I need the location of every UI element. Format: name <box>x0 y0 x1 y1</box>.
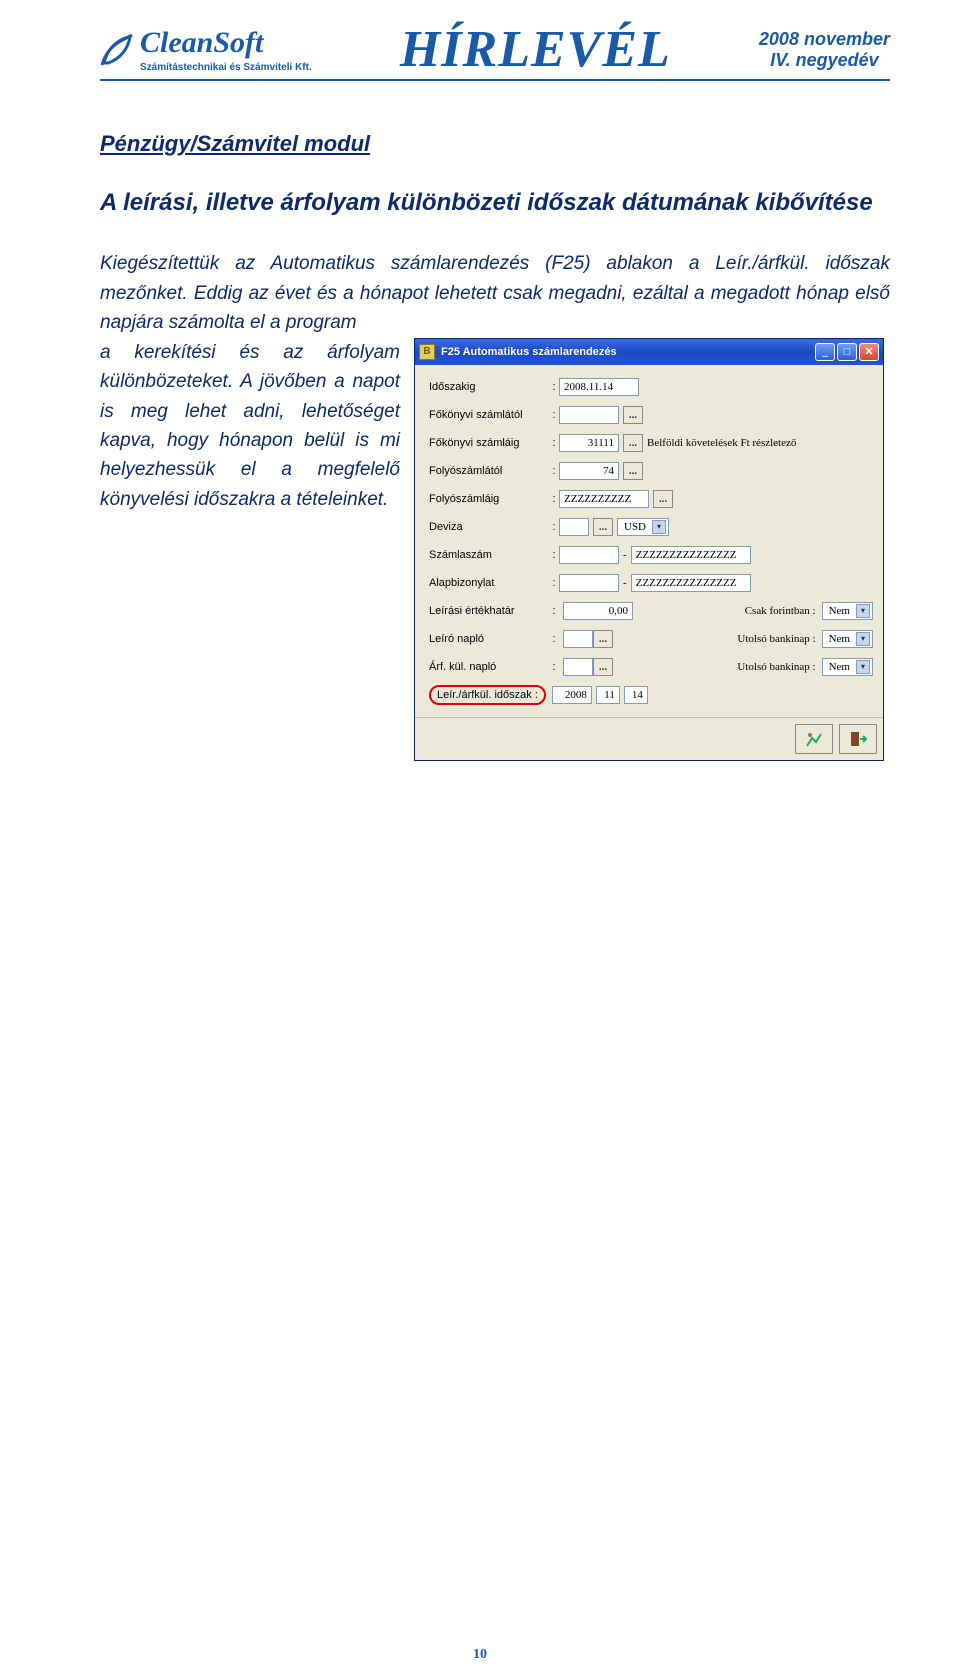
input-fokonyvi-tol[interactable] <box>559 406 619 424</box>
input-alapbiz-from[interactable] <box>559 574 619 592</box>
label-utolso-bank-1: Utolsó bankinap : <box>737 633 815 645</box>
input-idoszak-year[interactable]: 2008 <box>552 686 592 704</box>
close-button[interactable]: ✕ <box>859 343 879 361</box>
note-fokonyvi-ig: Belföldi követelések Ft részletező <box>647 437 796 449</box>
input-arfkul-naplo[interactable] <box>563 658 593 676</box>
select-deviza[interactable]: USD▾ <box>617 518 669 536</box>
select-csak-forintban[interactable]: Nem▾ <box>822 602 873 620</box>
brand-subtitle: Számítástechnikai és Számviteli Kft. <box>140 62 312 73</box>
input-szamlaszam-to[interactable]: ZZZZZZZZZZZZZZZ <box>631 546 751 564</box>
label-folyo-tol: Folyószámlától <box>429 465 549 477</box>
runner-icon <box>804 730 824 748</box>
chevron-down-icon: ▾ <box>856 632 870 646</box>
dialog-title: F25 Automatikus számlarendezés <box>441 346 815 358</box>
input-folyo-tol[interactable]: 74 <box>559 462 619 480</box>
label-csak-forintban: Csak forintban : <box>745 605 816 617</box>
maximize-button[interactable]: □ <box>837 343 857 361</box>
lookup-button[interactable]: ... <box>593 630 613 648</box>
lookup-button[interactable]: ... <box>593 658 613 676</box>
label-folyo-ig: Folyószámláig <box>429 493 549 505</box>
lead-text-1: Kiegészítettük az <box>100 253 270 274</box>
lead-em-2: Leír./árfkül. időszak <box>715 253 890 274</box>
article-lead: Kiegészítettük az Automatikus számlarend… <box>100 249 890 337</box>
run-button[interactable] <box>795 724 833 754</box>
input-alapbiz-to[interactable]: ZZZZZZZZZZZZZZZ <box>631 574 751 592</box>
dialog-titlebar[interactable]: B F25 Automatikus számlarendezés _ □ ✕ <box>415 339 883 365</box>
newsletter-header: CleanSoft Számítástechnikai és Számvitel… <box>100 20 890 81</box>
chevron-down-icon: ▾ <box>856 604 870 618</box>
input-idoszak-month[interactable]: 11 <box>596 686 620 704</box>
app-icon: B <box>419 344 435 360</box>
select-utolso-bank-1[interactable]: Nem▾ <box>822 630 873 648</box>
newsletter-title: HÍRLEVÉL <box>400 20 671 79</box>
brand-logo: CleanSoft Számítástechnikai és Számvitel… <box>100 26 312 73</box>
lead-text-3: mezőnket. Eddig az évet és a hónapot leh… <box>100 283 890 333</box>
issue-month: 2008 november <box>759 29 890 50</box>
minimize-button[interactable]: _ <box>815 343 835 361</box>
label-ertekhatar: Leírási értékhatár <box>429 605 549 617</box>
select-utolso-bank-2[interactable]: Nem▾ <box>822 658 873 676</box>
label-utolso-bank-2: Utolsó bankinap : <box>737 661 815 673</box>
input-deviza-code[interactable] <box>559 518 589 536</box>
module-heading: Pénzügy/Számvitel modul <box>100 131 890 157</box>
input-fokonyvi-ig[interactable]: 31111 <box>559 434 619 452</box>
page-number: 10 <box>0 1647 960 1663</box>
label-leiro-naplo: Leíró napló <box>429 633 549 645</box>
leaf-icon <box>100 33 134 67</box>
label-alapbizonylat: Alapbizonylat <box>429 577 549 589</box>
dash-sep: - <box>623 549 627 561</box>
lead-em-1: Automatikus számlarendezés (F25) <box>270 253 590 274</box>
highlighted-field: Leír./árfkül. időszak : <box>429 685 546 705</box>
input-leiro-naplo[interactable] <box>563 630 593 648</box>
lookup-button[interactable]: ... <box>653 490 673 508</box>
issue-quarter: IV. negyedév <box>759 50 890 71</box>
lookup-button[interactable]: ... <box>623 434 643 452</box>
exit-button[interactable] <box>839 724 877 754</box>
brand-name: CleanSoft <box>140 26 312 60</box>
label-arfkul-naplo: Árf. kül. napló <box>429 661 549 673</box>
label-szamlaszam: Számlaszám <box>429 549 549 561</box>
issue-date: 2008 november IV. negyedév <box>759 29 890 71</box>
label-idoszak: Leír./árfkül. időszak : <box>437 689 538 701</box>
label-fokonyvi-tol: Főkönyvi számlától <box>429 409 549 421</box>
label-deviza: Deviza <box>429 521 549 533</box>
chevron-down-icon: ▾ <box>856 660 870 674</box>
label-fokonyvi-ig: Főkönyvi számláig <box>429 437 549 449</box>
article-body-left: a kerekítési és az árfolyam különbözetek… <box>100 338 400 515</box>
input-szamlaszam-from[interactable] <box>559 546 619 564</box>
label-idoszakig: Időszakig <box>429 381 549 393</box>
input-ertekhatar[interactable]: 0,00 <box>563 602 633 620</box>
input-folyo-ig[interactable]: ZZZZZZZZZZ <box>559 490 649 508</box>
input-idoszakig[interactable]: 2008.11.14 <box>559 378 639 396</box>
input-idoszak-day[interactable]: 14 <box>624 686 648 704</box>
dialog-window: B F25 Automatikus számlarendezés _ □ ✕ I… <box>414 338 884 761</box>
chevron-down-icon: ▾ <box>652 520 666 534</box>
article-heading: A leírási, illetve árfolyam különbözeti … <box>100 187 890 219</box>
lookup-button[interactable]: ... <box>623 406 643 424</box>
dash-sep: - <box>623 577 627 589</box>
lead-text-2: ablakon a <box>591 253 716 274</box>
door-exit-icon <box>848 730 868 748</box>
lookup-button[interactable]: ... <box>593 518 613 536</box>
lookup-button[interactable]: ... <box>623 462 643 480</box>
